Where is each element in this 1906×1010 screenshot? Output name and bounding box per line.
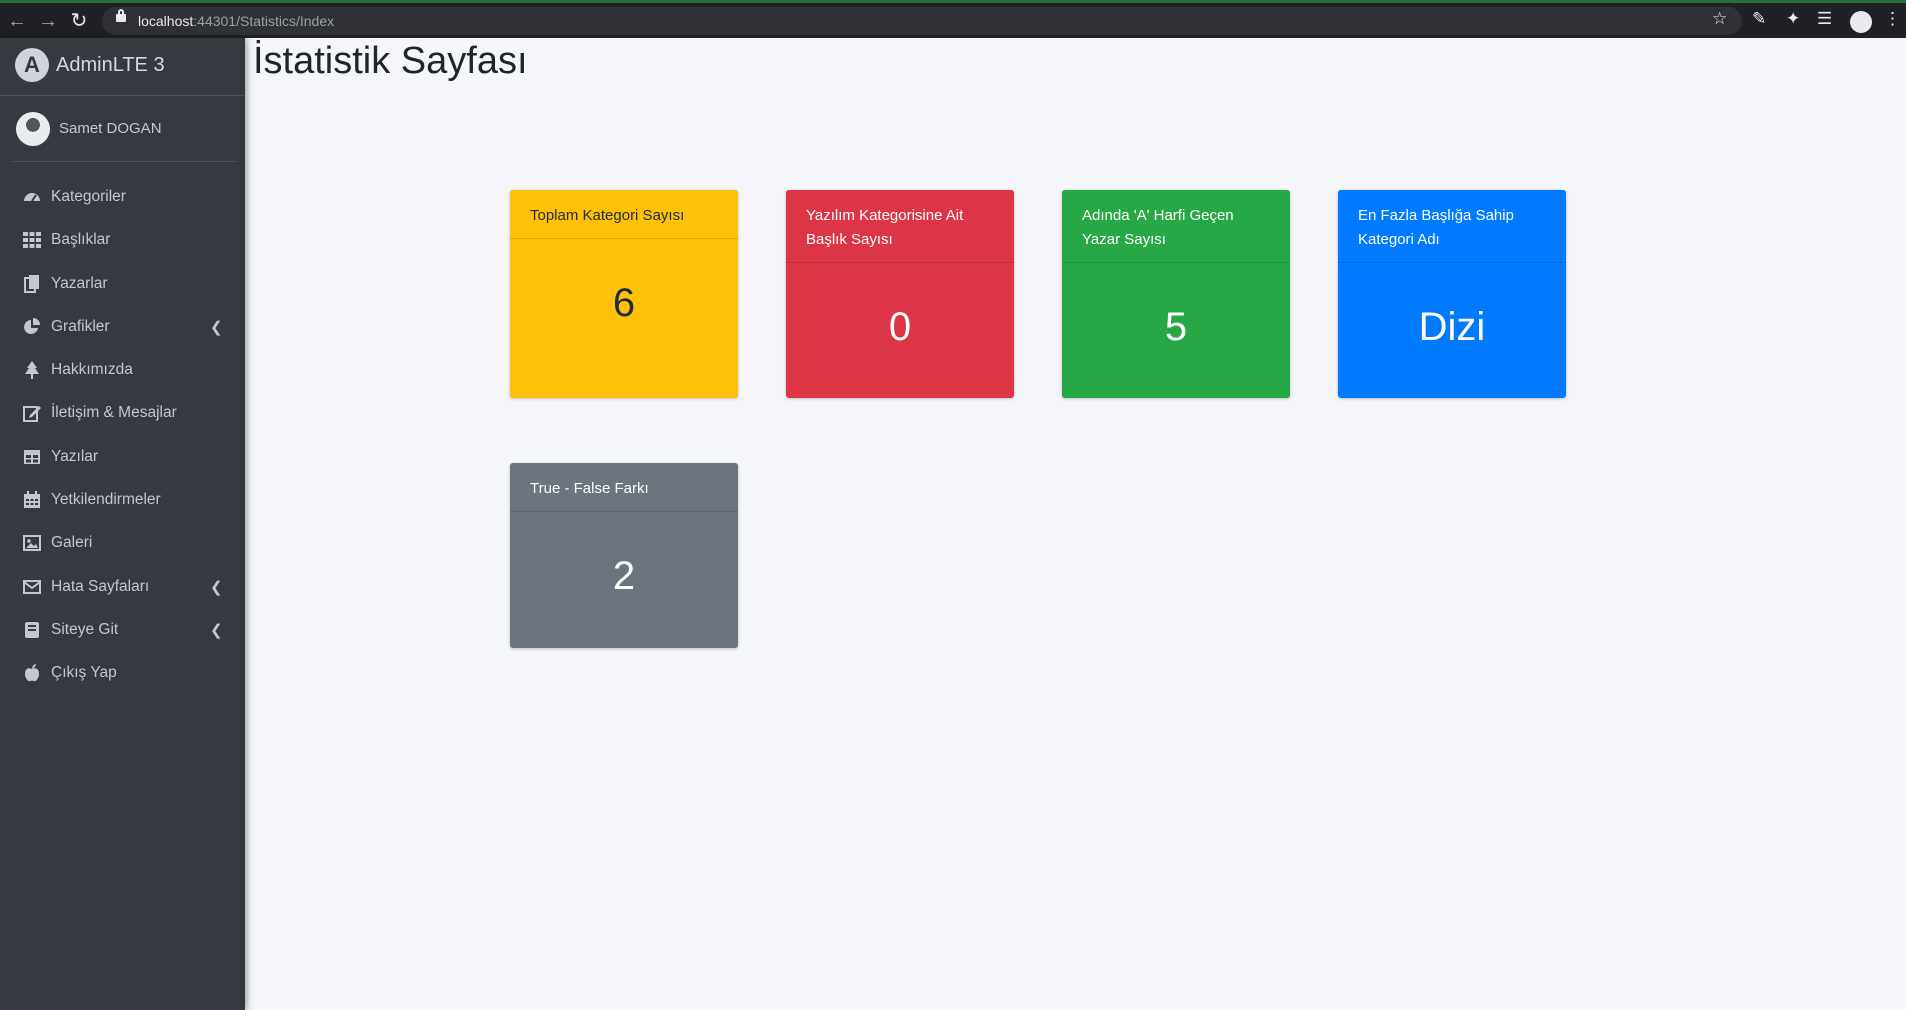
card-value: 2: [612, 554, 636, 598]
sidebar-item-label: Yazılar: [51, 447, 99, 465]
browser-toolbar: ← → ↻ localhost:44301/Statistics/Index ☆…: [0, 0, 1906, 38]
bookmark-star-icon[interactable]: ☆: [1712, 9, 1727, 29]
lock-icon: [116, 9, 126, 22]
sidebar-item-siteye-git[interactable]: Siteye Git ❮: [0, 609, 245, 652]
sidebar-item-cikis-yap[interactable]: Çıkış Yap: [0, 652, 245, 695]
puzzle-extensions-icon[interactable]: ✦: [1786, 9, 1800, 29]
card-value: 6: [612, 281, 636, 325]
apple-icon: [25, 664, 39, 682]
brand-text: AdminLTE 3: [56, 54, 165, 76]
image-icon: [23, 535, 41, 552]
edit-icon: [23, 406, 41, 423]
grid-icon: [23, 232, 41, 249]
page-title: İstatistik Sayfası: [253, 40, 528, 82]
card-value: 5: [1164, 305, 1188, 349]
sidebar-item-galeri[interactable]: Galeri: [0, 522, 245, 565]
sidebar-item-yazarlar[interactable]: Yazarlar: [0, 263, 245, 306]
sidebar-item-yetkilendirmeler[interactable]: Yetkilendirmeler: [0, 479, 245, 522]
back-arrow-icon[interactable]: ←: [5, 9, 29, 33]
sidebar: A AdminLTE 3 Samet DOGAN Kategoriler Baş…: [0, 38, 245, 1010]
copy-icon: [24, 274, 39, 293]
card-header: True - False Farkı: [510, 463, 738, 512]
main-content: İstatistik Sayfası Toplam Kategori Sayıs…: [245, 38, 1906, 1010]
sidebar-item-label: Yetkilendirmeler: [51, 491, 161, 509]
url-text: localhost:44301/Statistics/Index: [138, 13, 335, 29]
sidebar-item-label: İletişim & Mesajlar: [51, 404, 177, 422]
calendar-icon: [24, 491, 40, 509]
reload-icon[interactable]: ↻: [67, 9, 91, 33]
menu-kebab-icon[interactable]: ⋮: [1884, 9, 1901, 29]
pen-extension-icon[interactable]: ✎: [1752, 9, 1766, 29]
sidebar-menu: Kategoriler Başlıklar Yazarlar Grafikler…: [0, 176, 245, 696]
stat-card-authors-with-a: Adında 'A' Harfi Geçen Yazar Sayısı 5: [1062, 190, 1290, 398]
card-header: Adında 'A' Harfi Geçen Yazar Sayısı: [1062, 190, 1290, 263]
sidebar-item-label: Yazarlar: [51, 274, 108, 292]
profile-avatar-icon[interactable]: [1850, 11, 1872, 33]
sidebar-item-hata-sayfalari[interactable]: Hata Sayfaları ❮: [0, 566, 245, 609]
sidebar-item-label: Hata Sayfaları: [51, 577, 150, 595]
adminlte-logo-icon: A: [15, 48, 49, 82]
sidebar-item-hakkimizda[interactable]: Hakkımızda: [0, 349, 245, 392]
forward-arrow-icon[interactable]: →: [36, 9, 60, 33]
sidebar-item-basliklar[interactable]: Başlıklar: [0, 219, 245, 262]
sidebar-item-label: Başlıklar: [51, 231, 111, 249]
chevron-left-icon: ❮: [210, 318, 223, 336]
card-header: Yazılım Kategorisine Ait Başlık Sayısı: [786, 190, 1014, 263]
card-header: En Fazla Başlığa Sahip Kategori Adı: [1338, 190, 1566, 263]
tree-icon: [25, 361, 39, 380]
card-value: Dizi: [1418, 305, 1486, 349]
sidebar-item-yazilar[interactable]: Yazılar: [0, 436, 245, 479]
sidebar-item-label: Kategoriler: [51, 188, 126, 205]
book-icon: [25, 621, 39, 638]
table-icon: [24, 449, 40, 464]
sidebar-item-grafikler[interactable]: Grafikler ❮: [0, 306, 245, 349]
chevron-left-icon: ❮: [210, 578, 223, 596]
sidebar-item-label: Hakkımızda: [51, 361, 133, 379]
stat-card-true-false-difference: True - False Farkı 2: [510, 463, 738, 648]
sidebar-item-iletisim-mesajlar[interactable]: İletişim & Mesajlar: [0, 392, 245, 435]
sidebar-item-label: Çıkış Yap: [51, 664, 117, 682]
user-avatar: [16, 112, 50, 146]
sidebar-item-kategoriler[interactable]: Kategoriler: [0, 176, 245, 219]
sidebar-item-label: Galeri: [51, 534, 93, 552]
sidebar-item-label: Grafikler: [51, 317, 110, 335]
stat-card-software-category-titles: Yazılım Kategorisine Ait Başlık Sayısı 0: [786, 190, 1014, 398]
tachometer-icon: [24, 193, 40, 202]
sidebar-item-label: Siteye Git: [51, 620, 119, 638]
reading-list-icon[interactable]: ☰: [1817, 9, 1832, 29]
stat-card-total-categories: Toplam Kategori Sayısı 6: [510, 190, 738, 398]
card-value: 0: [888, 305, 912, 349]
brand-link[interactable]: A AdminLTE 3: [0, 38, 245, 96]
chevron-left-icon: ❮: [210, 621, 223, 639]
envelope-icon: [23, 579, 41, 594]
stat-card-top-category: En Fazla Başlığa Sahip Kategori Adı Dizi: [1338, 190, 1566, 398]
user-panel[interactable]: Samet DOGAN: [12, 101, 237, 162]
pie-chart-icon: [24, 317, 40, 334]
card-header: Toplam Kategori Sayısı: [510, 190, 738, 239]
address-bar[interactable]: localhost:44301/Statistics/Index: [102, 7, 1742, 35]
user-name: Samet DOGAN: [59, 120, 162, 137]
